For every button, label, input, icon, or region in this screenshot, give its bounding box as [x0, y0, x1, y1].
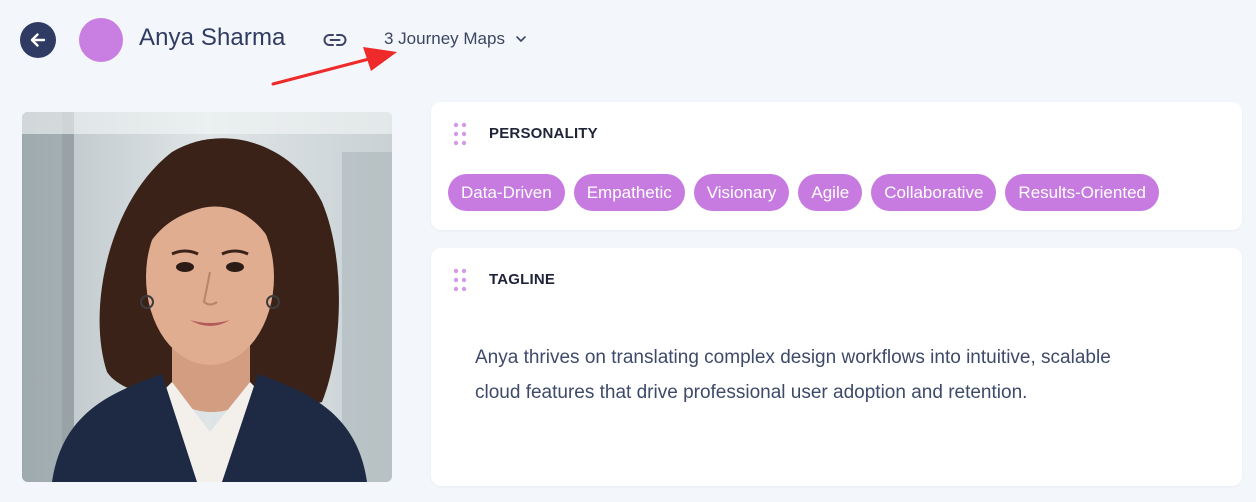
- trait-chip[interactable]: Collaborative: [871, 174, 997, 211]
- persona-name: Anya Sharma: [139, 24, 286, 51]
- annotation-arrow-icon: [271, 47, 397, 86]
- tagline-card: TAGLINE Anya thrives on translating comp…: [431, 248, 1242, 486]
- tagline-title: TAGLINE: [489, 271, 556, 288]
- arrow-left-icon: [30, 33, 46, 47]
- trait-chip[interactable]: Data-Driven: [448, 174, 565, 211]
- portrait-image: [22, 112, 392, 482]
- trait-chip[interactable]: Visionary: [693, 174, 790, 211]
- trait-chip[interactable]: Agile: [798, 174, 863, 211]
- chevron-down-icon: [516, 36, 526, 42]
- drag-handle-icon[interactable]: [453, 268, 467, 292]
- tagline-text: Anya thrives on translating complex desi…: [475, 347, 1111, 403]
- personality-card: PERSONALITY Data-Driven Empathetic Visio…: [431, 102, 1242, 230]
- personality-title: PERSONALITY: [489, 125, 598, 142]
- avatar: [79, 18, 123, 62]
- trait-list: Data-Driven Empathetic Visionary Agile C…: [448, 174, 1159, 211]
- journey-maps-dropdown[interactable]: 3 Journey Maps: [384, 29, 527, 49]
- trait-chip[interactable]: Results-Oriented: [1005, 174, 1159, 211]
- persona-photo: [22, 112, 392, 482]
- trait-chip[interactable]: Empathetic: [573, 174, 685, 211]
- back-button[interactable]: [20, 22, 56, 58]
- drag-handle-icon[interactable]: [453, 122, 467, 146]
- persona-page: Anya Sharma 3 Journey Maps PERSONALITY D…: [0, 0, 1256, 502]
